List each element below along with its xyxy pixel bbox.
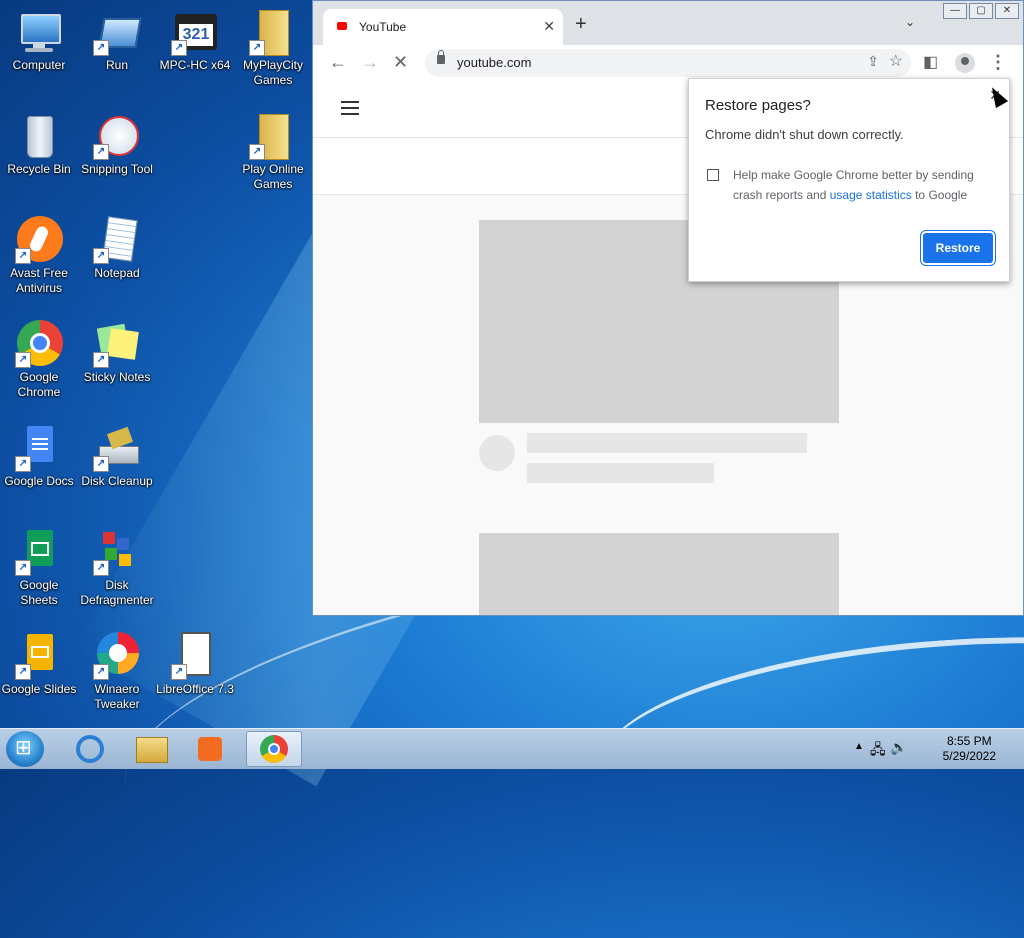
title-placeholder xyxy=(527,433,807,453)
new-tab-button[interactable]: + xyxy=(575,13,587,36)
dialog-message: Chrome didn't shut down correctly. xyxy=(705,127,904,142)
desktop-icon-disk-defragmenter[interactable]: ↗ Disk Defragmenter xyxy=(78,528,156,608)
mpc-hc-icon: 321 ↗ xyxy=(171,8,219,56)
notepad-icon: ↗ xyxy=(93,216,141,264)
desktop-icon-sticky-notes[interactable]: ↗ Sticky Notes xyxy=(78,320,156,385)
tab-close-icon[interactable]: ✕ xyxy=(543,18,555,35)
hamburger-menu-icon[interactable] xyxy=(341,101,359,115)
desktop-icon-winaero-tweaker[interactable]: ↗ Winaero Tweaker xyxy=(78,632,156,712)
desktop-icon-recycle-bin[interactable]: Recycle Bin xyxy=(0,112,78,177)
meta-placeholder xyxy=(527,463,714,483)
restore-button[interactable]: Restore xyxy=(923,233,993,263)
libreoffice-icon: ↗ xyxy=(171,632,219,680)
taskbar-media-player[interactable] xyxy=(182,731,238,767)
forward-arrow-icon[interactable]: → xyxy=(361,52,379,73)
stop-loading-icon[interactable]: ✕ xyxy=(393,52,408,73)
address-bar[interactable]: youtube.com ⇪ ☆ xyxy=(425,49,911,77)
profile-avatar-icon[interactable] xyxy=(955,53,975,73)
run-icon: ↗ xyxy=(93,8,142,56)
share-icon[interactable]: ⇪ xyxy=(867,53,879,70)
desktop-icon-myplaycity[interactable]: ↗ MyPlayCity Games xyxy=(234,8,312,88)
computer-icon xyxy=(15,8,63,56)
taskbar-file-explorer[interactable] xyxy=(122,731,178,767)
video-thumbnail-placeholder xyxy=(479,533,839,615)
desktop-icon-disk-cleanup[interactable]: ↗ Disk Cleanup xyxy=(78,424,156,489)
desktop-icon-computer[interactable]: Computer xyxy=(0,8,78,73)
window-controls: — ▢ ✕ xyxy=(943,3,1019,19)
checkbox-label: Help make Google Chrome better by sendin… xyxy=(733,168,974,202)
clock-date: 5/29/2022 xyxy=(942,749,996,763)
system-tray: ▲ 🖧 🔊 8:55 PM 5/29/2022 xyxy=(844,729,1024,769)
winaero-tweaker-icon: ↗ xyxy=(93,632,141,680)
desktop-icon-google-chrome[interactable]: ↗ Google Chrome xyxy=(0,320,78,400)
close-window-button[interactable]: ✕ xyxy=(995,3,1019,19)
tab-title: YouTube xyxy=(359,20,407,34)
desktop-icon-google-slides[interactable]: ↗ Google Slides xyxy=(0,632,78,697)
snipping-tool-icon: ↗ xyxy=(93,112,141,160)
maximize-button[interactable]: ▢ xyxy=(969,3,993,19)
recycle-bin-icon xyxy=(15,112,63,160)
usage-statistics-link[interactable]: usage statistics xyxy=(830,188,912,202)
internet-explorer-icon xyxy=(76,735,104,763)
folder-icon: ↗ xyxy=(249,8,297,56)
lock-icon[interactable] xyxy=(437,50,445,64)
sticky-notes-icon: ↗ xyxy=(93,320,141,368)
tab-youtube[interactable]: YouTube ✕ xyxy=(323,9,563,45)
youtube-favicon-icon xyxy=(337,22,347,30)
desktop-icon-google-docs[interactable]: ↗ Google Docs xyxy=(0,424,78,489)
avast-icon: ↗ xyxy=(15,216,63,264)
side-panel-icon[interactable]: ◧ xyxy=(923,52,938,72)
clock[interactable]: 8:55 PM 5/29/2022 xyxy=(943,734,996,764)
taskbar: ▲ 🖧 🔊 8:55 PM 5/29/2022 xyxy=(0,728,1024,769)
desktop-icon-notepad[interactable]: ↗ Notepad xyxy=(78,216,156,281)
taskbar-google-chrome[interactable] xyxy=(246,731,302,767)
network-icon[interactable]: 🖧 xyxy=(870,739,886,763)
minimize-button[interactable]: — xyxy=(943,3,967,19)
clock-time: 8:55 PM xyxy=(946,734,992,748)
crash-report-checkbox[interactable] xyxy=(707,169,719,181)
desktop-icon-mpc-hc[interactable]: 321 ↗ MPC-HC x64 xyxy=(156,8,234,73)
tab-search-icon[interactable]: ⌄ xyxy=(905,15,915,29)
back-arrow-icon[interactable]: ← xyxy=(329,52,347,73)
desktop-icon-google-sheets[interactable]: ↗ Google Sheets xyxy=(0,528,78,608)
desktop-icon-play-online-games[interactable]: ↗ Play Online Games xyxy=(234,112,312,192)
disk-defragmenter-icon: ↗ xyxy=(93,528,141,576)
desktop-icon-snipping-tool[interactable]: ↗ Snipping Tool xyxy=(78,112,156,177)
google-docs-icon: ↗ xyxy=(15,424,63,472)
show-hidden-icons-icon[interactable]: ▲ xyxy=(854,741,864,752)
bookmark-star-icon[interactable]: ☆ xyxy=(889,51,903,71)
chrome-icon: ↗ xyxy=(15,320,63,368)
menu-kebab-icon[interactable]: ⋮ xyxy=(989,52,1007,73)
folder-icon: ↗ xyxy=(249,112,297,160)
chrome-icon-center xyxy=(268,743,280,755)
volume-icon[interactable]: 🔊 xyxy=(890,739,907,756)
google-slides-icon: ↗ xyxy=(15,632,63,680)
desktop-icon-run[interactable]: ↗ Run xyxy=(78,8,156,73)
disk-cleanup-icon: ↗ xyxy=(93,424,141,472)
browser-toolbar: ← → ✕ youtube.com ⇪ ☆ ◧ ⋮ xyxy=(313,45,1023,81)
taskbar-internet-explorer[interactable] xyxy=(62,731,118,767)
folder-icon xyxy=(136,737,168,763)
media-player-icon xyxy=(198,737,222,761)
url-text[interactable]: youtube.com xyxy=(457,55,531,70)
desktop-icon-libreoffice[interactable]: ↗ LibreOffice 7.3 xyxy=(156,632,234,697)
channel-avatar-placeholder xyxy=(479,435,515,471)
desktop-icon-avast[interactable]: ↗ Avast Free Antivirus xyxy=(0,216,78,296)
restore-pages-dialog: Restore pages? ✕ Chrome didn't shut down… xyxy=(688,78,1010,282)
start-button[interactable] xyxy=(6,731,44,767)
dialog-title: Restore pages? xyxy=(705,97,811,114)
google-sheets-icon: ↗ xyxy=(15,528,63,576)
